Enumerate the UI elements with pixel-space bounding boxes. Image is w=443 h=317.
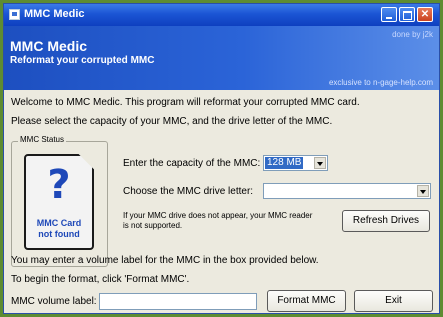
mmc-status-line2: not found — [38, 229, 80, 239]
app-name: MMC Medic — [10, 38, 87, 54]
unsupported-note-line2: is not supported. — [123, 221, 183, 230]
app-tagline: Reformat your corrupted MMC — [10, 55, 155, 66]
unsupported-note-line1: If your MMC drive does not appear, your … — [123, 211, 313, 220]
format-instructions: To begin the format, click 'Format MMC'. — [11, 274, 190, 285]
window-title: MMC Medic — [24, 8, 85, 20]
capacity-select[interactable]: 128 MB — [263, 155, 328, 171]
app-window-icon — [9, 9, 20, 20]
drive-label: Choose the MMC drive letter: — [123, 186, 254, 197]
capacity-value: 128 MB — [265, 157, 304, 169]
refresh-drives-button[interactable]: Refresh Drives — [342, 210, 430, 232]
intro-welcome: Welcome to MMC Medic. This program will … — [11, 97, 360, 108]
capacity-label: Enter the capacity of the MMC: — [123, 158, 261, 169]
drive-select[interactable] — [263, 183, 431, 199]
title-bar[interactable]: MMC Medic ✕ — [4, 4, 439, 26]
credit-text: done by j2k — [392, 30, 433, 39]
intro-instructions: Please select the capacity of your MMC, … — [11, 116, 333, 127]
chevron-down-icon[interactable] — [314, 157, 326, 169]
volume-label-label: MMC volume label: — [11, 296, 97, 307]
main-window: MMC Medic ✕ done by j2k MMC Medic Reform… — [3, 3, 440, 314]
mmc-status-group: MMC Status ? MMC Card not found — [11, 135, 108, 267]
mmc-status-line1: MMC Card — [36, 218, 82, 228]
question-mark-icon: ? — [47, 162, 71, 208]
maximize-button[interactable] — [399, 7, 415, 22]
volume-label-input[interactable] — [99, 293, 257, 310]
minimize-button[interactable] — [381, 7, 397, 22]
volume-instructions: You may enter a volume label for the MMC… — [11, 255, 319, 266]
header-banner: done by j2k MMC Medic Reformat your corr… — [4, 26, 439, 90]
mmc-status-text: MMC Card not found — [26, 218, 92, 240]
mmc-status-legend: MMC Status — [18, 135, 67, 144]
format-mmc-button[interactable]: Format MMC — [267, 290, 346, 312]
mmc-card-icon: ? MMC Card not found — [24, 154, 94, 250]
exclusive-text: exclusive to n-gage-help.com — [328, 78, 433, 87]
close-button[interactable]: ✕ — [417, 7, 433, 22]
chevron-down-icon[interactable] — [417, 185, 429, 197]
exit-button[interactable]: Exit — [354, 290, 433, 312]
